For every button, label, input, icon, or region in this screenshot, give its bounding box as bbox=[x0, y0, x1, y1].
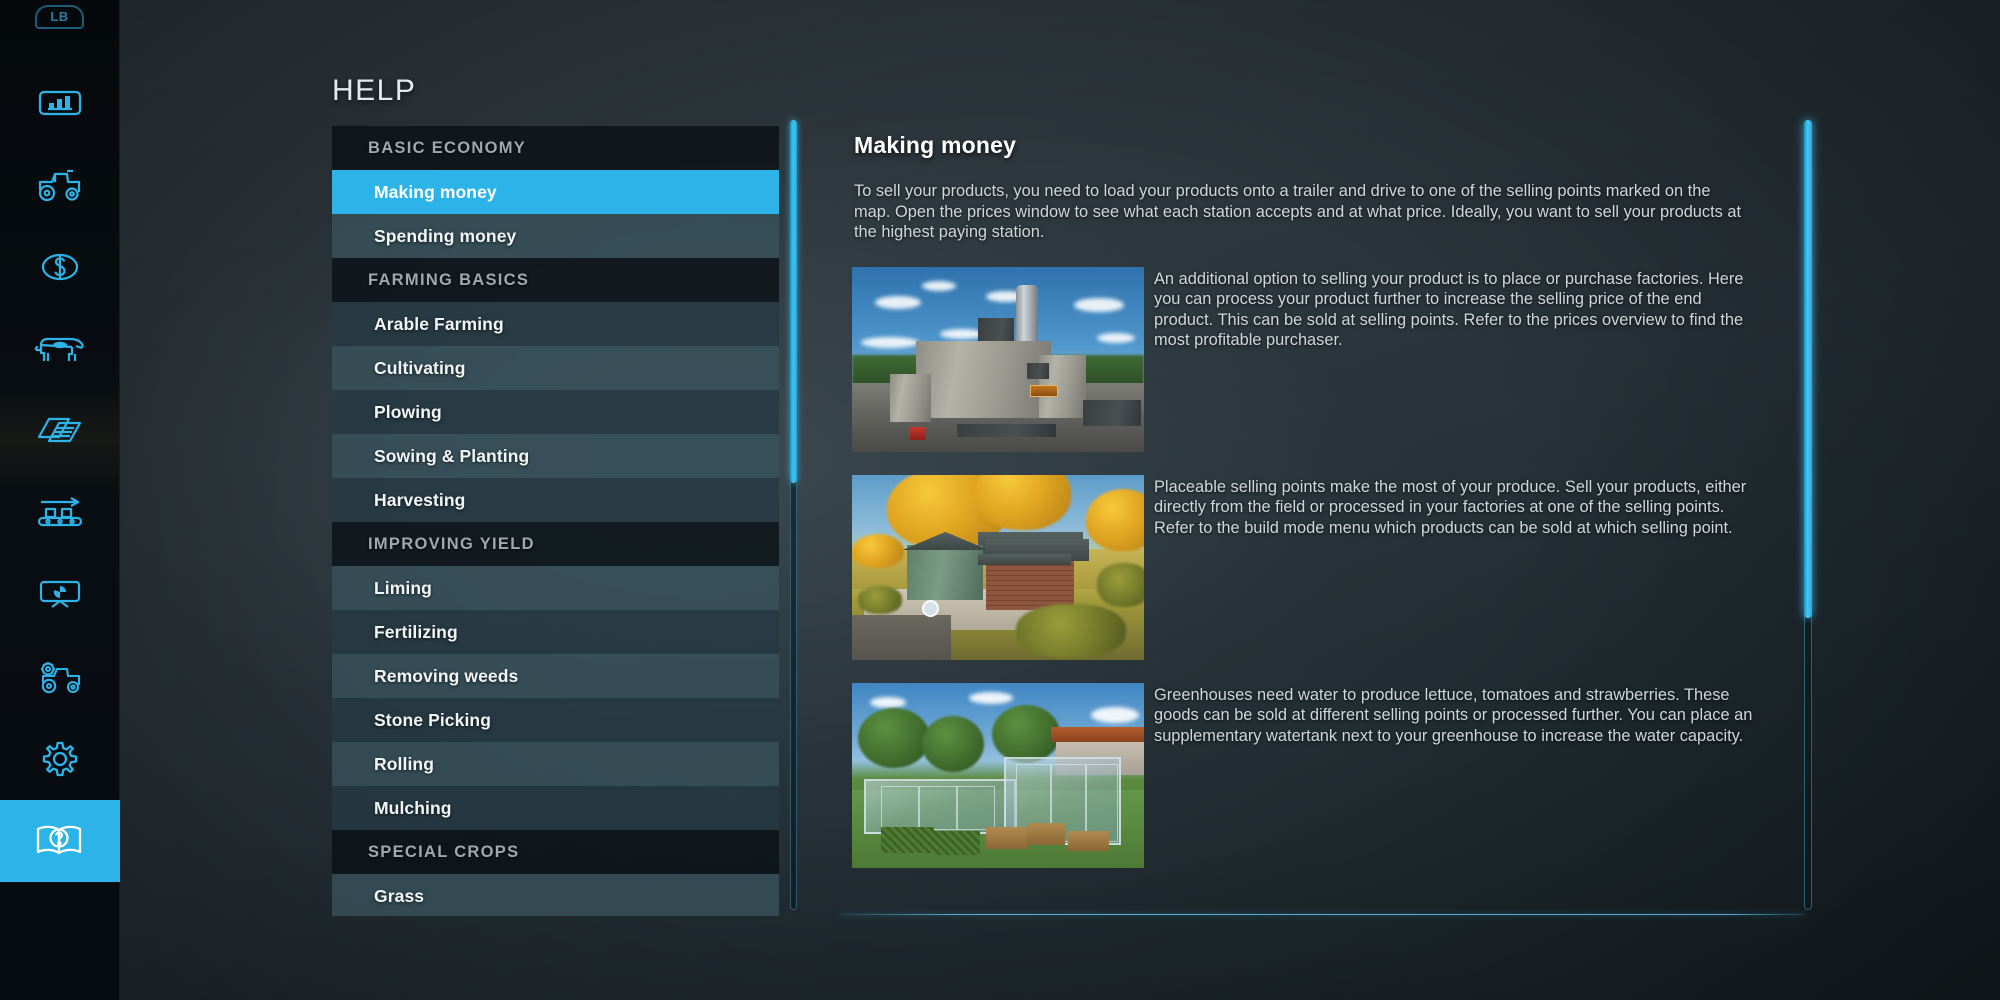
factory-screenshot bbox=[852, 266, 1144, 452]
menu-item-rolling[interactable]: Rolling bbox=[332, 742, 779, 786]
menu-item-mulching[interactable]: Mulching bbox=[332, 786, 779, 830]
article-block: Greenhouses need water to produce lettuc… bbox=[852, 682, 1782, 868]
menu-item-liming[interactable]: Liming bbox=[332, 566, 779, 610]
sidebar-item-settings[interactable] bbox=[0, 718, 120, 800]
menu-section-header: BASIC ECONOMY bbox=[332, 126, 779, 170]
article-panel: Making money To sell your products, you … bbox=[852, 120, 1782, 910]
article-block: Placeable selling points make the most o… bbox=[852, 474, 1782, 660]
menu-item-harvesting[interactable]: Harvesting bbox=[332, 478, 779, 522]
sidebar-item-contracts[interactable] bbox=[0, 390, 120, 472]
bottom-divider bbox=[840, 914, 1805, 915]
article-block-text: Greenhouses need water to produce lettuc… bbox=[1154, 685, 1753, 745]
article-block-text: An additional option to selling your pro… bbox=[1154, 269, 1744, 350]
article-title: Making money bbox=[854, 132, 1017, 158]
left-icon-rail: LB bbox=[0, 0, 120, 1000]
menu-item-sowing-planting[interactable]: Sowing & Planting bbox=[332, 434, 779, 478]
menu-item-fertilizing[interactable]: Fertilizing bbox=[332, 610, 779, 654]
menu-section-header: IMPROVING YIELD bbox=[332, 522, 779, 566]
help-book-icon bbox=[34, 822, 86, 860]
sidebar-item-vehicle-config[interactable] bbox=[0, 636, 120, 718]
menu-item-arable-farming[interactable]: Arable Farming bbox=[332, 302, 779, 346]
menu-item-grass[interactable]: Grass bbox=[332, 874, 779, 916]
article-block: An additional option to selling your pro… bbox=[852, 266, 1782, 452]
menu-item-spending-money[interactable]: Spending money bbox=[332, 214, 779, 258]
menu-item-stone-picking[interactable]: Stone Picking bbox=[332, 698, 779, 742]
tractor-icon bbox=[34, 168, 86, 202]
article-blocks: An additional option to selling your pro… bbox=[852, 266, 1782, 868]
menu-item-cultivating[interactable]: Cultivating bbox=[332, 346, 779, 390]
statistics-icon bbox=[38, 88, 82, 118]
price-chart-icon bbox=[36, 579, 84, 611]
menu-item-removing-weeds[interactable]: Removing weeds bbox=[332, 654, 779, 698]
menu-row-list: BASIC ECONOMY Making money Spending money F… bbox=[332, 126, 779, 916]
dollar-coin-icon bbox=[39, 252, 81, 282]
sidebar-item-finances[interactable] bbox=[0, 226, 120, 308]
lb-button-icon: LB bbox=[35, 5, 84, 29]
documents-icon bbox=[36, 415, 84, 447]
menu-section-header: FARMING BASICS bbox=[332, 258, 779, 302]
article-block-text: Placeable selling points make the most o… bbox=[1154, 477, 1747, 537]
menu-item-making-money[interactable]: Making money bbox=[332, 170, 779, 214]
sidebar-item-prices[interactable] bbox=[0, 554, 120, 636]
menu-item-plowing[interactable]: Plowing bbox=[332, 390, 779, 434]
article-scrollbar[interactable] bbox=[1804, 120, 1812, 910]
page-title: HELP bbox=[332, 74, 417, 107]
article-intro: To sell your products, you need to load … bbox=[854, 182, 1742, 241]
help-topic-menu[interactable]: BASIC ECONOMY Making money Spending money F… bbox=[332, 126, 779, 916]
menu-scrollbar-thumb[interactable] bbox=[790, 120, 797, 484]
sidebar-item-vehicles[interactable] bbox=[0, 144, 120, 226]
greenhouse-screenshot bbox=[852, 682, 1144, 868]
article-scrollbar-thumb[interactable] bbox=[1804, 120, 1812, 618]
rail-item-list bbox=[0, 62, 120, 882]
help-screen: LB HELP BASIC ECONOMY Making money Spend… bbox=[0, 0, 2000, 1000]
sidebar-item-production[interactable] bbox=[0, 472, 120, 554]
sidebar-item-statistics[interactable] bbox=[0, 62, 120, 144]
gear-icon bbox=[40, 739, 80, 779]
sidebar-item-help[interactable] bbox=[0, 800, 120, 882]
selling-point-screenshot bbox=[852, 474, 1144, 660]
menu-section-header: SPECIAL CROPS bbox=[332, 830, 779, 874]
cow-icon bbox=[34, 333, 86, 365]
menu-scrollbar[interactable] bbox=[790, 120, 797, 910]
shoulder-button-hint: LB bbox=[0, 2, 119, 32]
tractor-gear-icon bbox=[34, 660, 86, 694]
sidebar-item-animals[interactable] bbox=[0, 308, 120, 390]
conveyor-icon bbox=[35, 496, 85, 530]
